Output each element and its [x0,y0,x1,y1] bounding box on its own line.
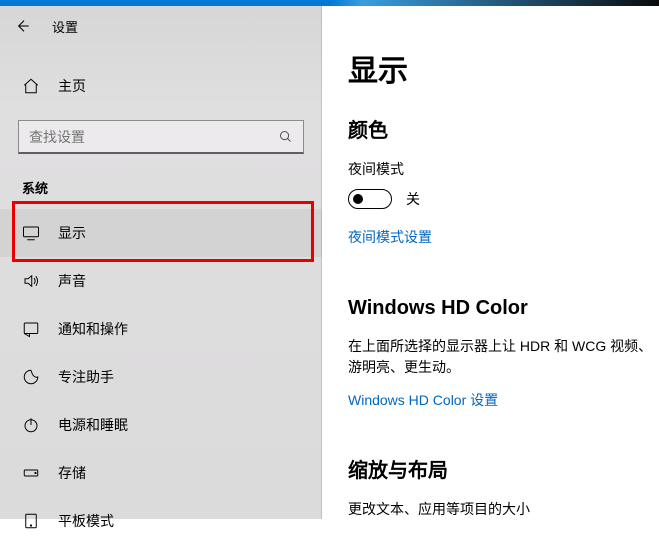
sidebar-item-label: 显示 [58,223,86,243]
home-icon [22,77,40,95]
night-mode-label: 夜间模式 [348,159,659,179]
section-scale: 缩放与布局 [348,454,659,483]
hdr-description: 在上面所选择的显示器上让 HDR 和 WCG 视频、游明亮、更生动。 [348,336,659,378]
sidebar-item-storage[interactable]: 存储 [0,449,322,497]
search-box[interactable] [18,120,304,154]
sidebar-item-focus[interactable]: 专注助手 [0,353,322,401]
tablet-icon [22,512,40,530]
scale-change-label: 更改文本、应用等项目的大小 [348,499,659,519]
sidebar-item-tablet[interactable]: 平板模式 [0,497,322,545]
sidebar-list: 显示 声音 通知和操作 专注 [0,209,322,545]
sidebar-item-sound[interactable]: 声音 [0,257,322,305]
sidebar: 设置 主页 系统 [0,6,322,519]
display-icon [22,224,40,242]
sidebar-item-label: 平板模式 [58,511,114,531]
section-color: 颜色 [348,114,659,143]
power-icon [22,416,40,434]
sidebar-home-label: 主页 [58,76,86,96]
sidebar-item-label: 电源和睡眠 [58,415,128,435]
sound-icon [22,272,40,290]
sidebar-item-notifications[interactable]: 通知和操作 [0,305,322,353]
page-title: 显示 [348,46,659,90]
sidebar-item-label: 声音 [58,271,86,291]
sidebar-item-label: 专注助手 [58,367,114,387]
sidebar-item-display[interactable]: 显示 [0,209,322,257]
notification-icon [22,320,40,338]
back-button[interactable] [6,10,38,42]
focus-icon [22,368,40,386]
toggle-knob [353,194,363,204]
hdr-settings-link[interactable]: Windows HD Color 设置 [348,390,498,410]
arrow-left-icon [14,18,30,34]
sidebar-item-label: 存储 [58,463,86,483]
search-input[interactable] [29,129,278,145]
content-pane: 显示 颜色 夜间模式 关 夜间模式设置 Windows HD Color 在上面… [322,6,659,519]
app-title: 设置 [52,17,78,36]
search-icon [278,129,293,144]
section-hdr: Windows HD Color [348,297,659,320]
sidebar-item-power[interactable]: 电源和睡眠 [0,401,322,449]
night-mode-toggle[interactable] [348,189,392,209]
sidebar-home[interactable]: 主页 [0,64,322,108]
sidebar-item-label: 通知和操作 [58,319,128,339]
storage-icon [22,464,40,482]
night-mode-state: 关 [406,189,420,209]
night-mode-settings-link[interactable]: 夜间模式设置 [348,227,432,247]
sidebar-section-title: 系统 [0,158,322,209]
